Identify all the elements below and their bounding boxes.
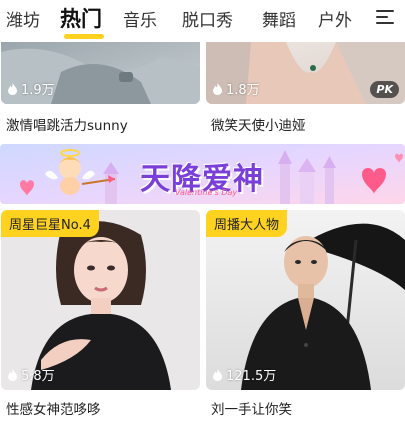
tab-outdoor[interactable]: 户外 [318,6,352,31]
viewer-count: 121.5万 [212,365,276,384]
category-tab-bar: 潍坊 热门 音乐 脱口秀 舞蹈 户外 [0,0,405,42]
viewer-count: 5.8万 [7,365,55,384]
live-card-diya[interactable]: 1.8万 PK 微笑天使小迪娅 [206,42,405,136]
flame-icon [213,368,222,381]
flame-icon [213,82,222,95]
valentine-banner[interactable]: 天降爱神 Valentine's Day [0,144,405,204]
card-title: 刘一手让你笑 [211,402,292,418]
viewer-count-text: 5.8万 [21,369,55,384]
viewer-count: 1.9万 [7,79,55,98]
tab-music[interactable]: 音乐 [123,6,157,31]
tab-dance[interactable]: 舞蹈 [262,6,296,31]
card-thumbnail-image [206,210,405,390]
flame-icon [8,368,17,381]
menu-icon[interactable] [376,10,394,26]
pk-badge: PK [370,81,399,98]
tab-hot[interactable]: 热门 [60,3,102,33]
tab-weifang[interactable]: 潍坊 [6,6,40,31]
live-card-sunny[interactable]: 1.9万 激情唱跳活力sunny [1,42,200,136]
card-title: 微笑天使小迪娅 [211,118,306,134]
viewer-count-text: 121.5万 [226,369,277,384]
card-title: 性感女神范哆哆 [6,402,101,418]
live-card-duoduo[interactable]: 周星巨星No.4 5.8万 性感女神范哆哆 [1,210,200,420]
card-thumbnail: 1.8万 PK [206,42,405,104]
flame-icon [8,82,17,95]
ranking-tag: 周播大人物 [206,210,288,237]
card-thumbnail: 1.9万 [1,42,200,104]
card-title: 激情唱跳活力sunny [6,118,128,134]
banner-subtitle: Valentine's Day [175,188,238,197]
live-card-liuyishou[interactable]: 周播大人物 121.5万 刘一手让你笑 [206,210,405,420]
ranking-tag: 周星巨星No.4 [1,210,99,237]
active-tab-indicator [64,34,104,39]
card-thumbnail: 周星巨星No.4 5.8万 [1,210,200,390]
card-thumbnail-image [1,210,200,390]
viewer-count-text: 1.9万 [21,83,55,98]
viewer-count-text: 1.8万 [226,83,260,98]
viewer-count: 1.8万 [212,79,260,98]
card-thumbnail: 周播大人物 121.5万 [206,210,405,390]
tab-talkshow[interactable]: 脱口秀 [182,6,233,31]
